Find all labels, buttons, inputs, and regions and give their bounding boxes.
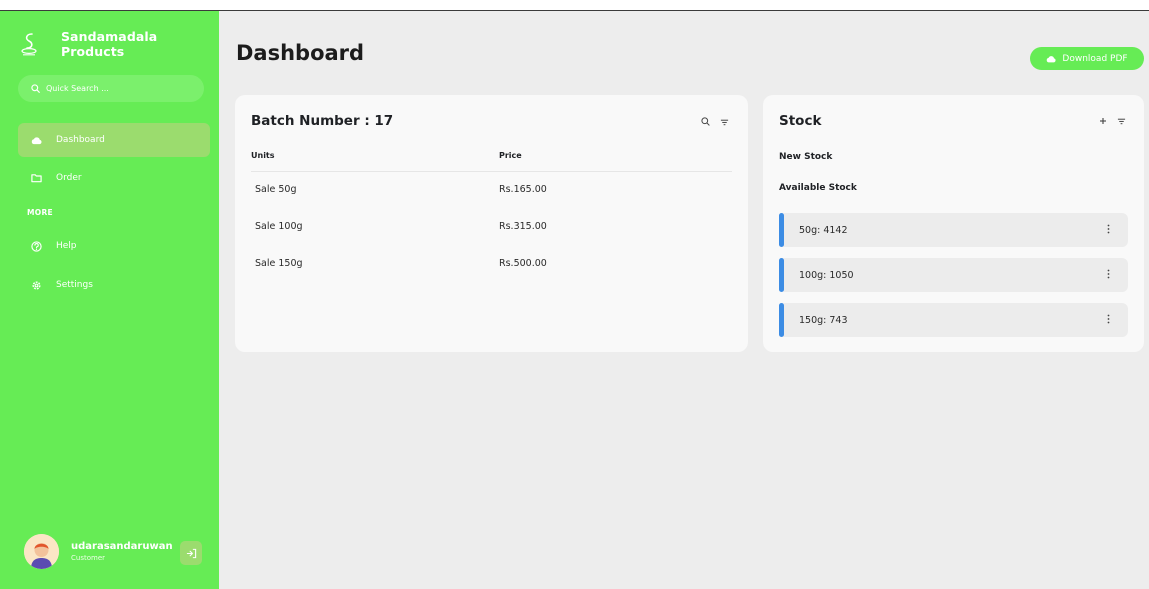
cell-unit: Sale 150g bbox=[255, 258, 303, 269]
filter-icon[interactable] bbox=[1117, 117, 1126, 125]
sidebar-item-dashboard[interactable]: Dashboard bbox=[18, 123, 210, 157]
brand-name: Sandamadala Products bbox=[60, 29, 158, 59]
new-stock-link[interactable]: New Stock bbox=[779, 152, 832, 162]
plus-icon[interactable] bbox=[1099, 117, 1107, 125]
batch-title: Batch Number : 17 bbox=[251, 113, 394, 129]
search-icon bbox=[31, 84, 40, 93]
sidebar-item-label: Order bbox=[56, 173, 82, 183]
kebab-menu-icon[interactable] bbox=[1107, 224, 1110, 234]
kebab-menu-icon[interactable] bbox=[1107, 269, 1110, 279]
batch-card: Batch Number : 17 Units Price Sale 50g R… bbox=[235, 95, 748, 352]
stock-item-accent bbox=[779, 258, 784, 292]
table-row[interactable]: Sale 100g Rs.315.00 bbox=[235, 221, 748, 241]
sidebar-item-settings[interactable]: Settings bbox=[18, 268, 210, 302]
sidebar-item-label: Help bbox=[56, 241, 77, 251]
filter-icon[interactable] bbox=[720, 118, 729, 126]
main-content: Dashboard Download PDF Batch Number : 17… bbox=[219, 11, 1149, 589]
sidebar-item-order[interactable]: Order bbox=[18, 161, 210, 195]
stock-title: Stock bbox=[779, 113, 822, 129]
stock-item[interactable]: 150g: 743 bbox=[779, 303, 1128, 337]
search-icon[interactable] bbox=[701, 117, 710, 126]
cell-price: Rs.315.00 bbox=[499, 221, 547, 232]
stock-item-accent bbox=[779, 213, 784, 247]
user-name: udarasandaruwan bbox=[71, 541, 173, 552]
stock-item[interactable]: 50g: 4142 bbox=[779, 213, 1128, 247]
stock-item-label: 150g: 743 bbox=[799, 314, 848, 326]
avatar bbox=[24, 534, 59, 569]
page-title: Dashboard bbox=[236, 41, 365, 65]
kebab-menu-icon[interactable] bbox=[1107, 314, 1110, 324]
stock-card: Stock New Stock Available Stock 50g: 414… bbox=[763, 95, 1144, 352]
stock-item-label: 50g: 4142 bbox=[799, 224, 848, 236]
sidebar-item-label: Settings bbox=[56, 280, 93, 290]
cell-price: Rs.500.00 bbox=[499, 258, 547, 269]
user-profile[interactable]: udarasandaruwan Customer bbox=[24, 534, 173, 569]
sidebar-section-more: MORE bbox=[27, 208, 53, 217]
column-header-units: Units bbox=[251, 151, 275, 160]
cell-unit: Sale 100g bbox=[255, 221, 303, 232]
cloud-icon bbox=[31, 136, 42, 144]
column-header-price: Price bbox=[499, 151, 522, 160]
quick-search-input[interactable]: Quick Search ... bbox=[18, 75, 204, 102]
window-top-edge bbox=[0, 0, 1149, 11]
folder-icon bbox=[31, 174, 42, 183]
help-icon bbox=[31, 240, 42, 252]
table-header-divider bbox=[251, 171, 732, 172]
brand-logo-icon bbox=[16, 29, 43, 59]
table-row[interactable]: Sale 50g Rs.165.00 bbox=[235, 184, 748, 204]
stock-item[interactable]: 100g: 1050 bbox=[779, 258, 1128, 292]
user-role: Customer bbox=[71, 554, 106, 562]
sidebar: Sandamadala Products Quick Search ... Da… bbox=[0, 11, 219, 589]
cloud-download-icon bbox=[1047, 55, 1056, 62]
settings-icon bbox=[32, 280, 41, 290]
table-row[interactable]: Sale 150g Rs.500.00 bbox=[235, 258, 748, 278]
download-pdf-button[interactable]: Download PDF bbox=[1030, 47, 1144, 70]
stock-item-accent bbox=[779, 303, 784, 337]
sidebar-item-help[interactable]: Help bbox=[18, 229, 210, 263]
logout-icon bbox=[186, 548, 196, 558]
logout-button[interactable] bbox=[180, 541, 202, 565]
download-pdf-label: Download PDF bbox=[1062, 53, 1128, 64]
brand[interactable]: Sandamadala Products bbox=[16, 29, 219, 59]
cell-price: Rs.165.00 bbox=[499, 184, 547, 195]
quick-search-placeholder: Quick Search ... bbox=[46, 84, 109, 93]
cell-unit: Sale 50g bbox=[255, 184, 297, 195]
sidebar-item-label: Dashboard bbox=[56, 135, 105, 145]
available-stock-heading: Available Stock bbox=[779, 183, 857, 193]
stock-item-label: 100g: 1050 bbox=[799, 269, 854, 281]
